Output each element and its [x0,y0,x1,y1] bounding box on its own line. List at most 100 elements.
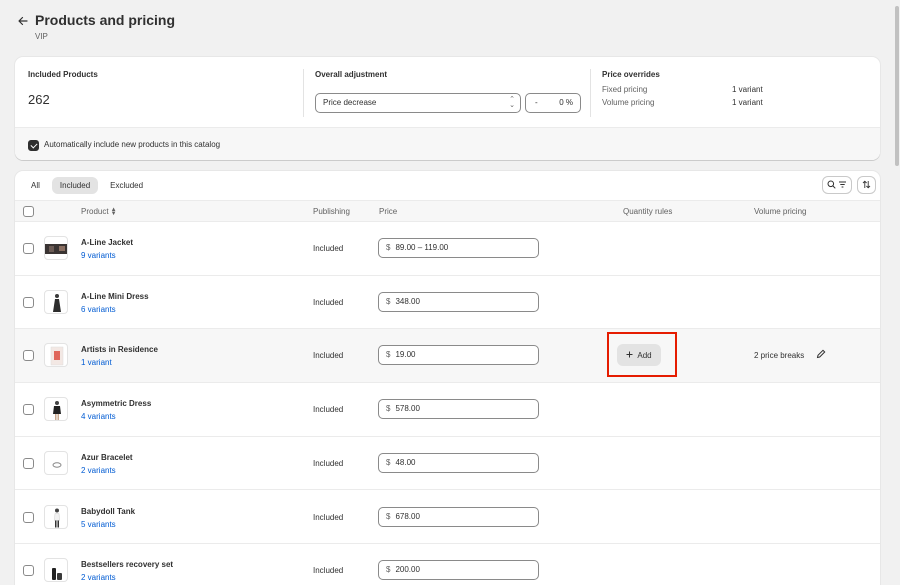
price-field[interactable]: $19.00 [378,345,539,366]
product-name[interactable]: Artists in Residence [81,345,158,354]
auto-include-label: Automatically include new products in th… [44,140,221,149]
column-header-volume-pricing: Volume pricing [754,207,807,216]
page-title: Products and pricing [35,12,176,28]
price-field[interactable]: $348.00 [378,291,539,312]
row-checkbox[interactable] [23,565,34,577]
price-field[interactable]: $200.00 [378,560,539,581]
variants-link[interactable]: 2 variants [81,466,116,475]
variants-link[interactable]: 6 variants [81,305,116,314]
products-table-card: All Included Excluded Product ▲ ▼ Publishi… [15,171,880,585]
table-row[interactable]: Asymmetric Dress 4 variants Included $57… [15,383,880,437]
sort-button[interactable] [857,176,876,194]
price-overrides-label: Price overrides [602,70,660,79]
product-name[interactable]: Asymmetric Dress [81,399,151,408]
divider [590,69,591,117]
product-thumbnail [44,289,68,314]
tab-all[interactable]: All [23,177,48,194]
filter-tabs: All Included Excluded [23,177,151,194]
table-row[interactable]: Azur Bracelet 2 variants Included $48.00 [15,436,880,491]
column-header-product[interactable]: Product ▲ ▼ [81,206,117,217]
search-icon [827,180,836,191]
row-checkbox[interactable] [23,296,34,308]
table-row[interactable]: Artists in Residence 1 variant Included … [15,329,880,384]
price-overrides-section: Price overrides Fixed pricing 1 variant … [602,70,862,107]
variants-link[interactable]: 5 variants [81,520,116,529]
adjustment-type-value: Price decrease [323,98,377,107]
column-header-quantity-rules: Quantity rules [623,207,673,216]
tab-excluded[interactable]: Excluded [102,177,151,194]
price-field[interactable]: $678.00 [378,506,539,527]
highlight-box [607,332,677,378]
arrow-left-icon[interactable] [18,15,28,29]
included-products-count: 262 [28,92,50,107]
sort-icon [862,180,871,191]
page-subtitle: VIP [35,32,48,41]
table-row[interactable]: Babydoll Tank 5 variants Included $678.0… [15,490,880,545]
adjustment-percent-value: 0 % [559,98,573,107]
table-row[interactable]: Bestsellers recovery set 2 variants Incl… [15,544,880,585]
included-products-section: Included Products 262 [28,70,98,107]
product-thumbnail [44,450,68,475]
product-thumbnail [44,236,68,260]
summary-card: Included Products 262 Overall adjustment… [15,57,880,160]
price-field[interactable]: $89.00 – 119.00 [378,238,539,258]
price-field[interactable]: $578.00 [378,399,539,420]
row-checkbox[interactable] [23,457,34,469]
included-products-label: Included Products [28,70,98,79]
edit-pencil-icon[interactable] [816,349,826,361]
tab-included[interactable]: Included [51,177,99,194]
table-row[interactable]: A-Line Mini Dress 6 variants Included $3… [15,275,880,330]
price-field[interactable]: $48.00 [378,452,539,473]
variants-link[interactable]: 1 variant [81,358,112,367]
publishing-status: Included [313,351,344,361]
row-checkbox[interactable] [23,243,34,254]
product-name[interactable]: A-Line Mini Dress [81,292,149,301]
auto-include-checkbox[interactable] [28,140,39,151]
row-checkbox[interactable] [23,511,34,523]
sort-arrows-icon: ▲ ▼ [110,206,117,217]
publishing-status: Included [313,566,344,576]
overall-adjustment-label: Overall adjustment [315,70,388,79]
auto-include-bar: Automatically include new products in th… [15,127,880,160]
search-filter-button[interactable] [822,176,852,194]
column-header-publishing: Publishing [313,207,350,216]
scrollbar-thumb[interactable] [895,6,899,166]
divider [303,69,304,117]
product-thumbnail [44,343,68,368]
adjustment-type-select[interactable]: Price decrease ⌃ ⌄ [315,93,521,113]
variants-link[interactable]: 9 variants [81,251,116,260]
override-label: Fixed pricing [602,85,648,94]
override-value: 1 variant [732,85,763,94]
override-row-volume: Volume pricing 1 variant [602,98,862,107]
override-value: 1 variant [732,98,763,107]
publishing-status: Included [313,458,344,468]
page-scrollbar[interactable] [894,0,900,585]
select-chevron-icon: ⌃ ⌄ [509,96,515,109]
publishing-status: Included [313,405,344,415]
publishing-status: Included [313,512,344,522]
override-label: Volume pricing [602,98,655,107]
product-name[interactable]: Bestsellers recovery set [81,560,173,569]
product-name[interactable]: Babydoll Tank [81,507,135,516]
variants-link[interactable]: 4 variants [81,412,116,421]
column-header-price: Price [379,207,398,216]
filter-icon [838,180,847,191]
product-name[interactable]: Azur Bracelet [81,453,133,462]
override-row-fixed: Fixed pricing 1 variant [602,85,862,94]
publishing-status: Included [313,297,344,307]
overall-adjustment-section: Overall adjustment Price decrease ⌃ ⌄ - 0… [315,70,585,113]
product-thumbnail [44,504,68,529]
table-header: Product ▲ ▼ Publishing Price Quantity rule… [15,200,880,222]
volume-pricing-value: 2 price breaks [754,351,805,361]
adjustment-sign: - [535,98,538,107]
select-all-checkbox[interactable] [23,206,34,217]
row-checkbox[interactable] [23,404,34,416]
variants-link[interactable]: 2 variants [81,573,116,582]
product-name[interactable]: A-Line Jacket [81,238,133,247]
row-checkbox[interactable] [23,350,34,362]
product-thumbnail [44,558,68,583]
product-thumbnail [44,397,68,422]
adjustment-percent-field[interactable]: - 0 % [525,93,581,113]
publishing-status: Included [313,244,344,253]
table-row[interactable]: A-Line Jacket 9 variants Included $89.00… [15,222,880,276]
